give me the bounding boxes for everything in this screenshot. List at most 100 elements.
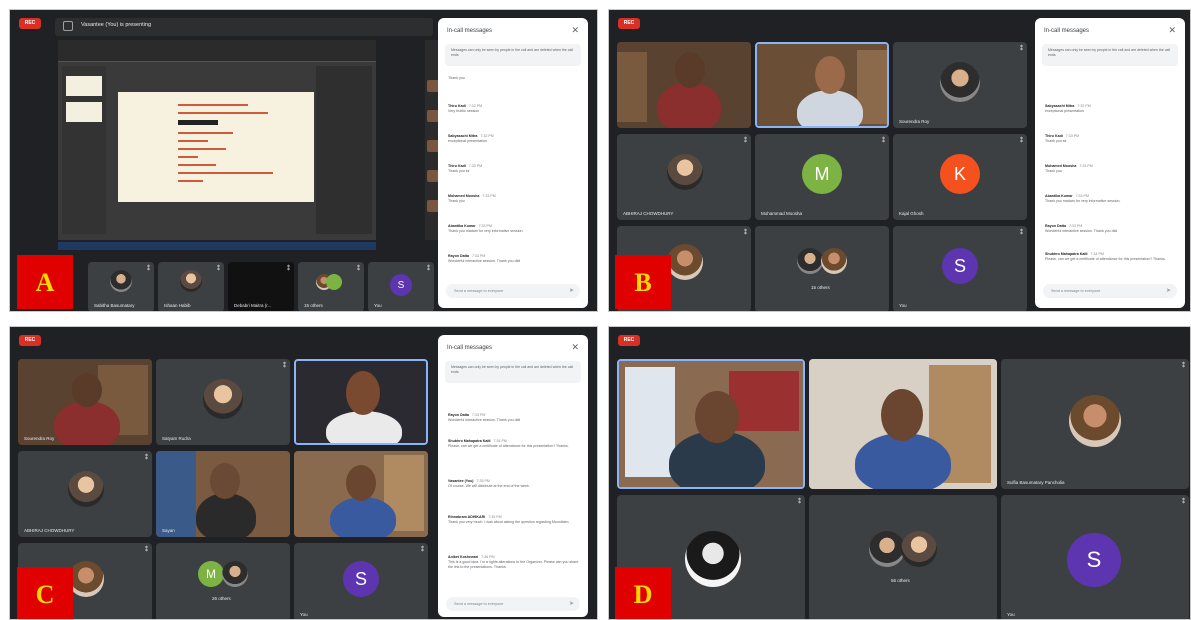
avatar xyxy=(1069,395,1121,447)
mic-off-icon: ⁑ xyxy=(798,499,801,505)
slide-thumbnail xyxy=(66,102,102,122)
avatar: S xyxy=(1067,533,1121,587)
avatar: K xyxy=(940,154,980,194)
chat-message: Aniket Koshewari 7:36 PM This is a good id… xyxy=(448,555,579,569)
participant-tile[interactable]: M ⁑ Mohammad Moosha xyxy=(755,134,889,220)
participant-tile-active[interactable] xyxy=(294,359,428,445)
avatar xyxy=(821,248,847,274)
self-tile[interactable]: S ⁑ You xyxy=(1001,495,1189,619)
others-tile[interactable]: 15 others xyxy=(755,226,889,311)
participant-tile-active[interactable] xyxy=(755,42,889,128)
shared-screen xyxy=(58,40,376,240)
chat-input[interactable]: Send a message to everyone ➤ xyxy=(446,597,580,611)
mic-off-icon: ⁑ xyxy=(421,547,424,553)
others-tile[interactable]: 56 others xyxy=(809,495,997,619)
participant-name: Sabitha Basumatary xyxy=(94,303,135,308)
avatar xyxy=(940,62,980,102)
participant-name: You xyxy=(1007,612,1015,617)
participant-tile[interactable]: ⁑ Ishaan Habib xyxy=(158,262,224,311)
mic-off-icon: ⁑ xyxy=(147,266,150,272)
participant-name: You xyxy=(374,303,382,308)
chat-notice: Messages can only be seen by people in t… xyxy=(445,44,581,66)
participant-tile[interactable]: Sayan xyxy=(156,451,290,537)
chat-message: Mohamed Moosha 7:33 PM Thank you xyxy=(1045,164,1093,173)
mic-off-icon: ⁑ xyxy=(145,547,148,553)
chat-input[interactable]: Send a message to everyone ➤ xyxy=(446,284,580,298)
recording-indicator: REC xyxy=(618,18,640,29)
chat-message: Mohamed Moosha 7:33 PM Thank you xyxy=(448,194,496,203)
chat-message: Rayon Datta 7:33 PM Wonderful interactive … xyxy=(448,413,521,422)
recording-indicator: REC xyxy=(618,335,640,346)
avatar: S xyxy=(390,274,412,296)
participant-tile[interactable] xyxy=(809,359,997,489)
participant-name: Sourendra Roy xyxy=(24,436,55,441)
participant-name: Ishaan Habib xyxy=(164,303,191,308)
avatar xyxy=(901,531,937,567)
chat-notice: Messages can only be seen by people in t… xyxy=(1042,44,1178,66)
slide-thumbnails xyxy=(62,66,106,234)
participant-tile[interactable] xyxy=(617,42,751,128)
mic-off-icon: ⁑ xyxy=(744,138,747,144)
chat-input[interactable]: Send a message to everyone ➤ xyxy=(1043,284,1177,298)
mic-off-icon: ⁑ xyxy=(357,266,360,272)
avatar xyxy=(180,270,202,292)
participant-name: Debabri Maitra (r... xyxy=(234,303,272,308)
avatar xyxy=(797,248,823,274)
recording-indicator: REC xyxy=(19,335,41,346)
participant-tile[interactable]: ⁑ Sabitha Basumatary xyxy=(88,262,154,311)
chat-notice: Messages can only be seen by people in t… xyxy=(445,361,581,383)
self-tile[interactable]: S ⁑ You xyxy=(893,226,1027,311)
close-icon[interactable]: ✕ xyxy=(1168,25,1176,36)
participant-tile[interactable]: K ⁑ Kajal Ghosh xyxy=(893,134,1027,220)
chat-message: Rayon Datta 7:33 PM Wonderful interactive … xyxy=(1045,224,1118,233)
send-icon[interactable]: ➤ xyxy=(569,597,574,611)
avatar xyxy=(203,379,243,419)
participant-tile[interactable]: Sourendra Roy xyxy=(18,359,152,445)
self-tile[interactable]: S ⁑ You xyxy=(294,543,428,619)
participant-name: Mohammad Moosha xyxy=(761,211,803,216)
current-slide xyxy=(118,92,314,202)
chat-panel: In-call messages ✕ Messages can only be … xyxy=(438,335,588,617)
avatar xyxy=(685,531,741,587)
participant-tile[interactable]: ⁑ Debabri Maitra (r... xyxy=(228,262,294,311)
chat-message: Vasantee (You) 7:35 PM Of course. We will … xyxy=(448,479,530,488)
participant-tile[interactable]: ⁑ Sourendra Roy xyxy=(893,42,1027,128)
meeting-panel-d: REC ⁑ Sulfia Basumatary Pancholia ⁑ 56 o… xyxy=(608,326,1191,620)
participant-tile[interactable] xyxy=(294,451,428,537)
participant-name: Sulfia Basumatary Pancholia xyxy=(1007,480,1065,485)
presenting-text: Vasantee (You) is presenting xyxy=(81,22,152,28)
chat-message: Thank you xyxy=(448,76,465,80)
mic-off-icon: ⁑ xyxy=(145,455,148,461)
chat-message: Rayon Datta 7:33 PM Wonderful interactive … xyxy=(448,254,521,263)
chat-message: Abantika Kumar 7:33 PM Thank you madam for… xyxy=(448,224,524,233)
chat-message: Thiru Kadi 7:33 PM Thank you sir xyxy=(1045,134,1080,143)
avatar: M xyxy=(802,154,842,194)
participant-name: 15 others xyxy=(811,285,830,290)
avatar xyxy=(667,154,703,190)
chat-message: Shubhro Mahapatra Kaiti 7:34 PM Please, ca… xyxy=(448,439,569,448)
chat-panel: In-call messages ✕ Messages can only be … xyxy=(1035,18,1185,308)
avatar: S xyxy=(942,248,978,284)
close-icon[interactable]: ✕ xyxy=(571,25,579,36)
mic-off-icon: ⁑ xyxy=(427,266,430,272)
present-screen-icon xyxy=(63,21,73,31)
participant-tile[interactable]: ⁑ Satyam Rudra xyxy=(156,359,290,445)
avatar xyxy=(326,274,342,290)
avatar xyxy=(68,561,104,597)
mic-off-icon: ⁑ xyxy=(1182,499,1185,505)
meeting-panel-b: REC ⁑ Sourendra Roy ⁑ ABHIRAJ CHOWDHURY … xyxy=(608,9,1191,312)
self-tile[interactable]: S ⁑ You xyxy=(368,262,434,311)
send-icon[interactable]: ➤ xyxy=(1166,284,1171,298)
chat-message: Sabyasachi Mitra 7:32 PM exceptional prese… xyxy=(1045,104,1091,113)
participant-tile[interactable]: ⁑ ABHIRAJ CHOWDHURY xyxy=(18,451,152,537)
participant-name: You xyxy=(300,612,308,617)
participant-tile[interactable]: ⁑ ABHIRAJ CHOWDHURY xyxy=(617,134,751,220)
others-tile[interactable]: ⁑ 15 others xyxy=(298,262,364,311)
participant-tile[interactable]: ⁑ Sulfia Basumatary Pancholia xyxy=(1001,359,1189,489)
participant-tile-active[interactable] xyxy=(617,359,805,489)
others-tile[interactable]: M 26 others xyxy=(156,543,290,619)
close-icon[interactable]: ✕ xyxy=(571,342,579,353)
send-icon[interactable]: ➤ xyxy=(569,284,574,298)
mic-off-icon: ⁑ xyxy=(1020,138,1023,144)
presenting-bar: Vasantee (You) is presenting xyxy=(55,18,433,36)
